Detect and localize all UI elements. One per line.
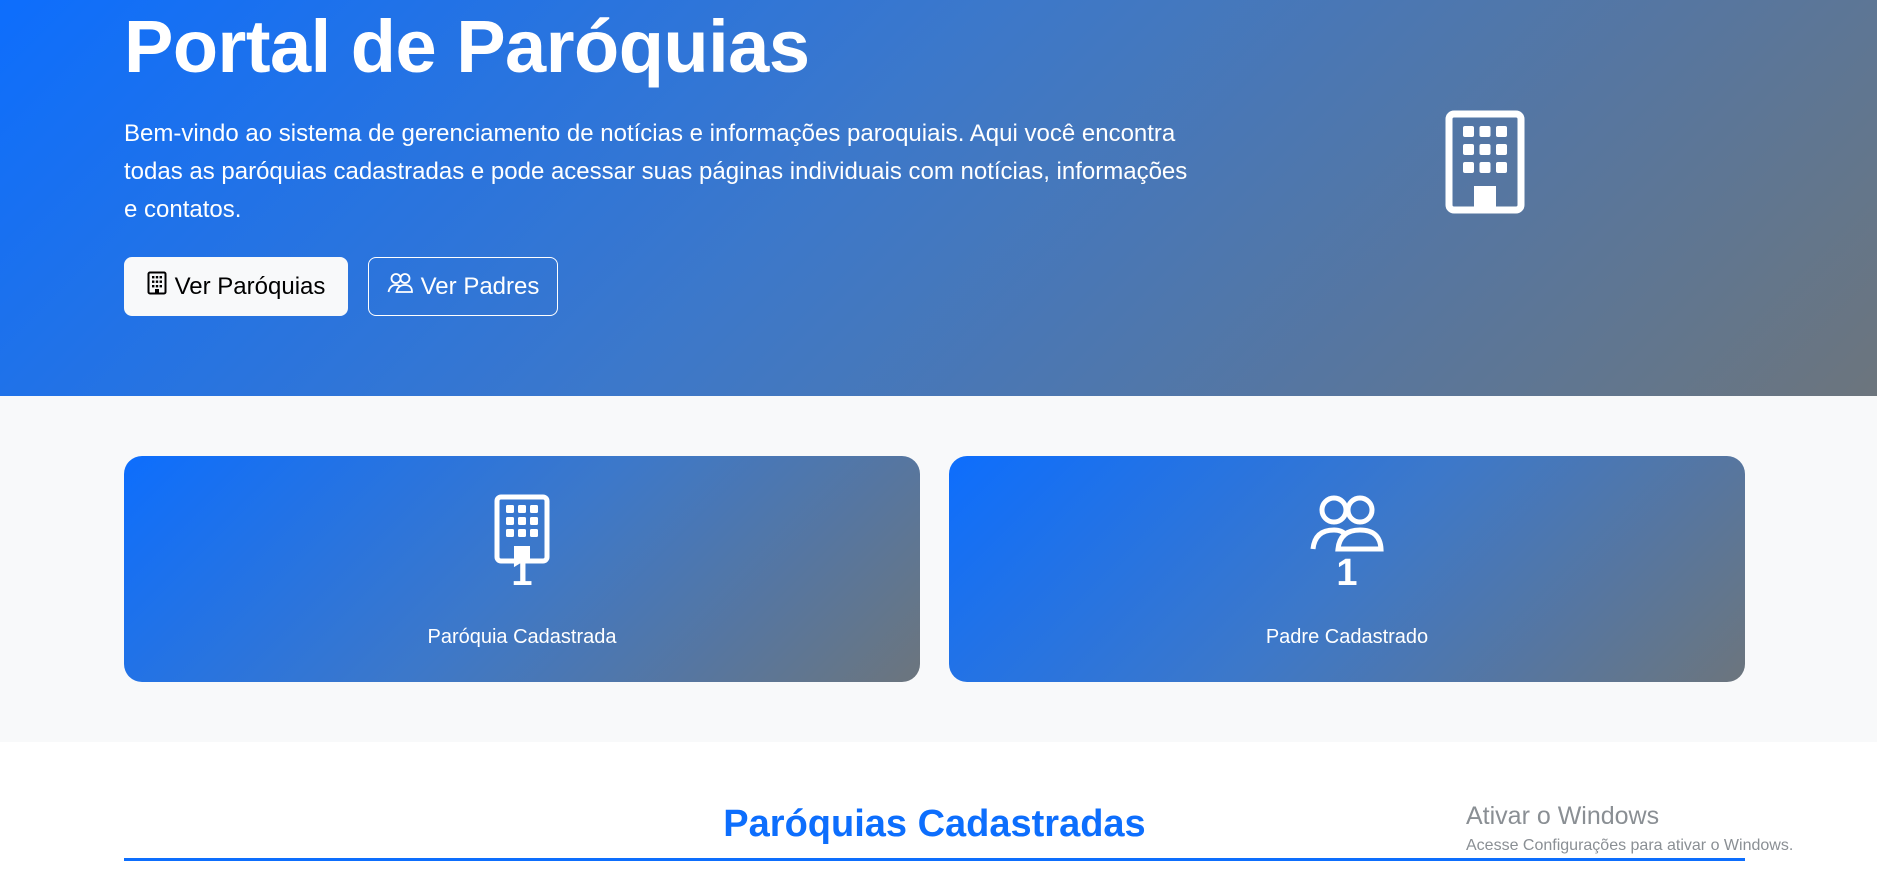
building-icon bbox=[147, 271, 167, 302]
section-divider bbox=[124, 858, 1745, 861]
page-title: Portal de Paróquias bbox=[124, 5, 810, 88]
parishes-count-label: Paróquia Cadastrada bbox=[427, 626, 617, 648]
view-priests-label: Ver Padres bbox=[420, 272, 540, 300]
view-priests-button[interactable]: Ver Padres bbox=[368, 257, 558, 316]
stats-section: 1 Paróquia Cadastrada 1 Padre Cadastrado bbox=[0, 396, 1877, 742]
section-title: Paróquias Cadastradas bbox=[723, 803, 1146, 845]
view-parishes-button[interactable]: Ver Paróquias bbox=[124, 257, 348, 316]
hero-section: Portal de Paróquias Bem-vindo ao sistema… bbox=[0, 0, 1877, 396]
priests-count-label: Padre Cadastrado bbox=[1265, 626, 1429, 648]
building-icon bbox=[1445, 110, 1525, 214]
view-parishes-label: Ver Paróquias bbox=[174, 272, 326, 300]
people-icon bbox=[1310, 494, 1384, 557]
priests-stat-card: 1 Padre Cadastrado bbox=[949, 456, 1745, 682]
people-icon bbox=[387, 272, 413, 301]
parishes-count: 1 bbox=[511, 552, 533, 594]
priests-count: 1 bbox=[1336, 552, 1358, 594]
hero-lead-text: Bem-vindo ao sistema de gerenciamento de… bbox=[124, 120, 1188, 223]
parishes-stat-card: 1 Paróquia Cadastrada bbox=[124, 456, 920, 682]
